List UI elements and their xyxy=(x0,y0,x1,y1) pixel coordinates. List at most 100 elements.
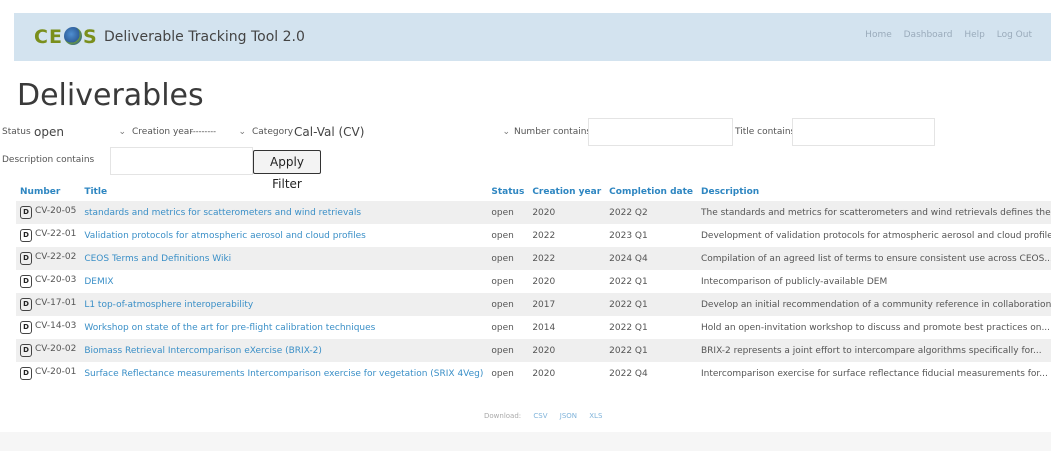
top-nav: Home Dashboard Help Log Out xyxy=(856,30,1032,40)
completion-date-cell: 2022 Q1 xyxy=(609,276,648,287)
table-row[interactable]: D CV-17-01 L1 top-of-atmosphere interoper… xyxy=(16,293,1051,316)
deliverable-badge-icon: D xyxy=(20,298,32,311)
deliverable-title-link[interactable]: Validation protocols for atmospheric aer… xyxy=(84,231,366,241)
status-cell: open xyxy=(491,322,514,333)
creation-year-cell: 2020 xyxy=(528,339,606,362)
status-cell: open xyxy=(491,276,514,287)
deliverables-table: Number Title Status Creation year Comple… xyxy=(16,182,1051,385)
description-cell: Intercomparison exercise for surface ref… xyxy=(701,368,1048,379)
deliverable-title-link[interactable]: standards and metrics for scatterometers… xyxy=(84,208,361,218)
number-cell: D CV-20-03 xyxy=(16,270,80,293)
creation-year-select[interactable]: --------- ⌄ xyxy=(186,118,248,146)
description-cell: BRIX-2 represents a joint effort to inte… xyxy=(697,339,1051,362)
deliverable-title-link[interactable]: CEOS Terms and Definitions Wiki xyxy=(84,254,231,264)
nav-help-link[interactable]: Help xyxy=(964,30,985,40)
title-contains-label: Title contains xyxy=(735,127,796,137)
completion-date-cell: 2022 Q1 xyxy=(605,293,697,316)
title-cell: DEMIX xyxy=(80,270,487,293)
creation-year-cell: 2014 xyxy=(532,322,556,333)
creation-year-cell: 2020 xyxy=(532,276,556,287)
number-contains-input[interactable] xyxy=(588,118,733,146)
completion-date-cell: 2024 Q4 xyxy=(605,247,697,270)
globe-icon xyxy=(63,27,82,45)
column-header-completion-date[interactable]: Completion date xyxy=(605,182,697,201)
completion-date-cell: 2022 Q4 xyxy=(609,368,648,379)
deliverable-badge-icon: D xyxy=(20,367,32,380)
creation-year-cell: 2020 xyxy=(528,201,606,224)
column-header-creation-year[interactable]: Creation year xyxy=(528,182,605,201)
nav-logout-link[interactable]: Log Out xyxy=(997,30,1032,40)
description-contains-input[interactable] xyxy=(110,147,253,175)
category-select[interactable]: Cal-Val (CV) ⌄ xyxy=(290,118,512,146)
deliverable-title-link[interactable]: Workshop on state of the art for pre-fli… xyxy=(84,323,375,333)
title-contains-input[interactable] xyxy=(792,118,935,146)
number-cell: D CV-22-02 xyxy=(16,247,81,270)
status-cell: open xyxy=(487,247,529,270)
column-header-title[interactable]: Title xyxy=(80,182,487,201)
description-contains-label: Description contains xyxy=(2,155,95,165)
completion-date-cell: 2022 Q1 xyxy=(609,322,648,333)
description-cell: Hold an open-invitation workshop to disc… xyxy=(701,322,1051,333)
deliverable-number: CV-22-01 xyxy=(35,229,77,239)
status-cell: open xyxy=(491,230,514,241)
description-cell: Intecomparison of publicly-available DEM xyxy=(701,276,888,287)
page-title: Deliverables xyxy=(17,78,204,113)
table-row[interactable]: D CV-20-02 Biomass Retrieval Intercompari… xyxy=(16,339,1051,362)
deliverable-title-link[interactable]: Biomass Retrieval Intercomparison eXerci… xyxy=(84,346,322,356)
status-cell: open xyxy=(487,201,529,224)
completion-date-cell: 2022 Q1 xyxy=(605,339,697,362)
download-xls-link[interactable]: XLS xyxy=(589,412,602,420)
title-cell: standards and metrics for scatterometers… xyxy=(80,201,488,224)
status-cell: open xyxy=(491,368,514,379)
nav-dashboard-link[interactable]: Dashboard xyxy=(904,30,953,40)
deliverable-badge-icon: D xyxy=(20,275,32,288)
download-json-link[interactable]: JSON xyxy=(560,412,577,420)
page-footer xyxy=(0,432,1051,451)
number-cell: D CV-14-03 xyxy=(16,316,80,339)
creation-year-cell: 2017 xyxy=(528,293,606,316)
completion-date-cell: 2023 Q1 xyxy=(609,230,648,241)
deliverable-number: CV-20-03 xyxy=(35,275,77,285)
download-label: Download: xyxy=(484,412,522,420)
chevron-down-icon: ⌄ xyxy=(118,127,126,137)
status-filter-label: Status xyxy=(2,127,31,137)
logo-text-start: CE xyxy=(34,26,63,48)
column-header-number[interactable]: Number xyxy=(16,182,80,201)
table-row[interactable]: D CV-20-03 DEMIX open 2020 2022 Q1 Inteco… xyxy=(16,270,1051,293)
download-links: Download: CSV JSON XLS xyxy=(484,412,602,420)
number-cell: D CV-22-01 xyxy=(16,224,80,247)
title-cell: Biomass Retrieval Intercomparison eXerci… xyxy=(80,339,488,362)
creation-year-cell: 2022 xyxy=(532,230,556,241)
table-row[interactable]: D CV-14-03 Workshop on state of the art f… xyxy=(16,316,1051,339)
logo-text-end: S xyxy=(82,26,98,48)
number-contains-label: Number contains xyxy=(514,127,592,137)
nav-home-link[interactable]: Home xyxy=(865,30,892,40)
table-row[interactable]: D CV-20-05 standards and metrics for scat… xyxy=(16,201,1051,224)
column-header-status[interactable]: Status xyxy=(487,182,528,201)
creation-year-cell: 2022 xyxy=(528,247,606,270)
table-row[interactable]: D CV-22-02 CEOS Terms and Definitions Wik… xyxy=(16,247,1051,270)
deliverable-title-link[interactable]: L1 top-of-atmosphere interoperability xyxy=(84,300,253,310)
column-header-description[interactable]: Description xyxy=(697,182,1051,201)
ceos-logo[interactable]: CE S xyxy=(34,25,98,49)
deliverable-number: CV-20-02 xyxy=(35,344,77,354)
description-cell: Development of validation protocols for … xyxy=(701,230,1051,241)
status-select[interactable]: open ⌄ xyxy=(30,118,128,146)
title-cell: CEOS Terms and Definitions Wiki xyxy=(80,247,488,270)
description-cell: Compilation of an agreed list of terms t… xyxy=(697,247,1051,270)
download-csv-link[interactable]: CSV xyxy=(533,412,547,420)
deliverable-title-link[interactable]: Surface Reflectance measurements Interco… xyxy=(84,369,483,379)
apply-filter-button[interactable]: Apply Filter xyxy=(253,150,321,191)
description-cell: The standards and metrics for scatterome… xyxy=(697,201,1051,224)
deliverable-number: CV-22-02 xyxy=(35,252,77,262)
category-label: Category xyxy=(252,127,294,137)
table-row[interactable]: D CV-22-01 Validation protocols for atmos… xyxy=(16,224,1051,247)
deliverable-badge-icon: D xyxy=(20,321,32,334)
deliverable-title-link[interactable]: DEMIX xyxy=(84,277,113,287)
number-cell: D CV-20-01 xyxy=(16,362,80,385)
number-cell: D CV-20-05 xyxy=(16,201,81,224)
table-row[interactable]: D CV-20-01 Surface Reflectance measuremen… xyxy=(16,362,1051,385)
chevron-down-icon: ⌄ xyxy=(238,127,246,137)
creation-year-cell: 2020 xyxy=(532,368,556,379)
deliverable-badge-icon: D xyxy=(20,344,32,357)
